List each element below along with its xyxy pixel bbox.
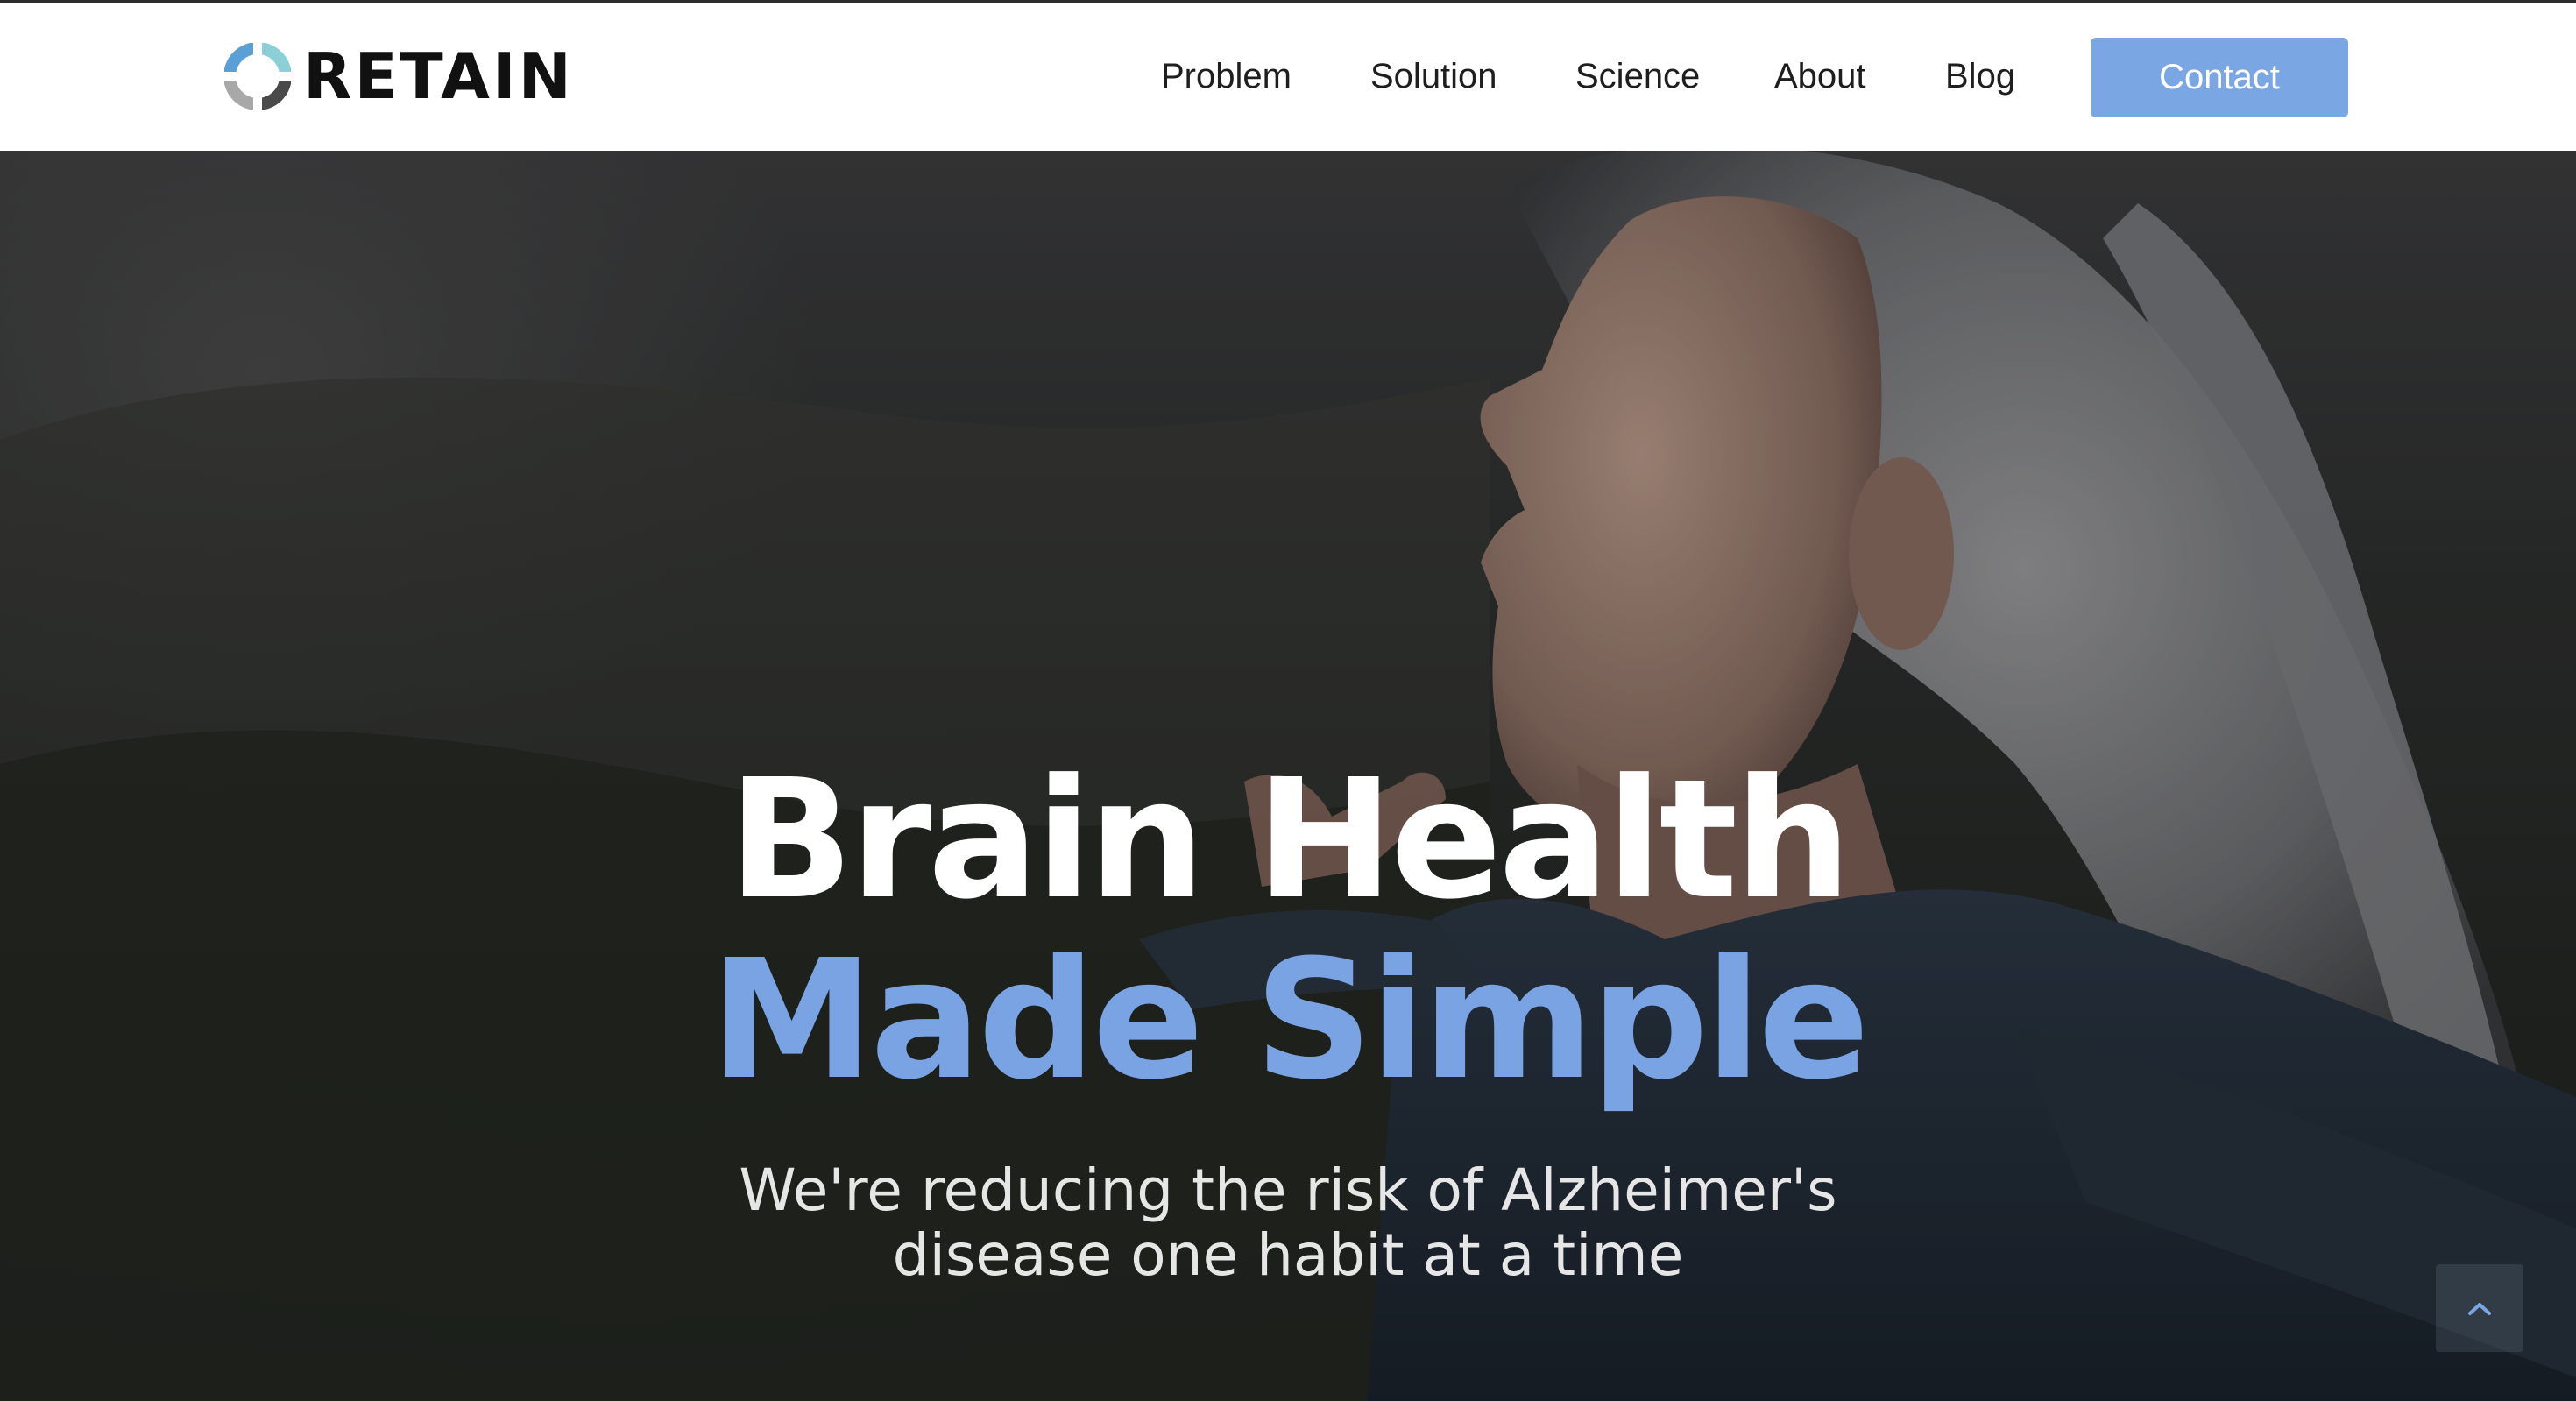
hero-section: Brain Health Made Simple We're reducing … bbox=[0, 151, 2576, 1401]
nav-link-problem[interactable]: Problem bbox=[1161, 55, 1292, 97]
site-header: RETAIN Problem Solution Science About Bl… bbox=[0, 3, 2576, 151]
hero-headline-line2: Made Simple bbox=[710, 924, 1870, 1116]
nav-link-blog[interactable]: Blog bbox=[1945, 55, 2015, 97]
nav-link-solution[interactable]: Solution bbox=[1370, 55, 1497, 97]
hero-headline-line1: Brain Health bbox=[727, 744, 1851, 936]
nav-link-science[interactable]: Science bbox=[1575, 55, 1700, 97]
chevron-up-icon bbox=[2468, 1303, 2491, 1315]
hero-subheading: We're reducing the risk of Alzheimer's d… bbox=[739, 1157, 1837, 1289]
scroll-to-top-button[interactable] bbox=[2436, 1264, 2523, 1352]
page: RETAIN Problem Solution Science About Bl… bbox=[0, 0, 2576, 1401]
nav-link-about[interactable]: About bbox=[1774, 55, 1866, 97]
contact-button[interactable]: Contact bbox=[2091, 38, 2348, 117]
hero-text-block: Brain Health Made Simple We're reducing … bbox=[0, 151, 2576, 1401]
